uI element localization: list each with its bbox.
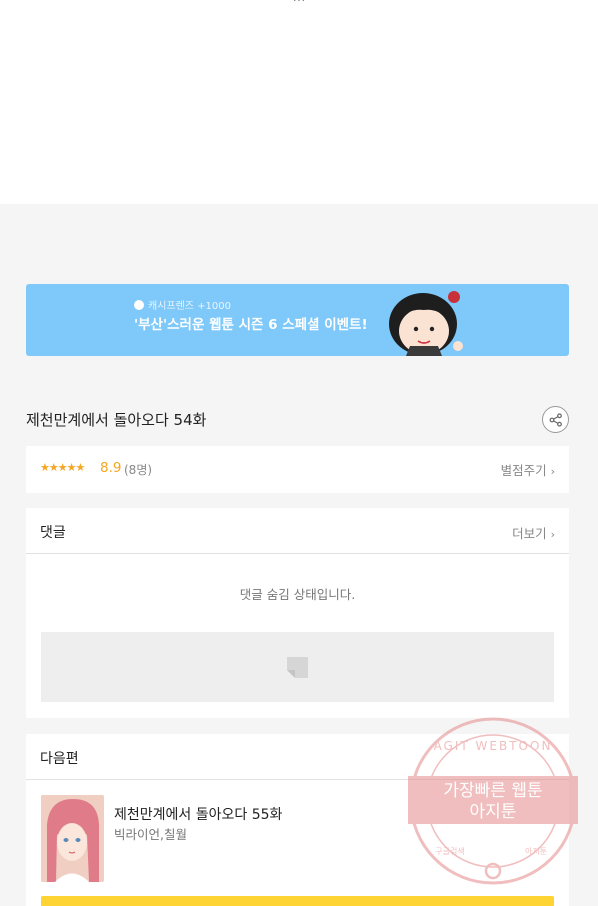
rating-stars: ★★★★★ xyxy=(40,461,85,474)
thumbnail-image xyxy=(41,795,104,882)
rating-count: (8명) xyxy=(124,463,153,477)
comments-more-button[interactable]: 더보기 › xyxy=(512,523,555,542)
chevron-right-icon: › xyxy=(550,465,555,478)
comments-more-label: 더보기 xyxy=(512,526,547,541)
banner-title: '부산'스러운 웹툰 시즌 6 스페셜 이벤트! xyxy=(134,317,368,333)
watermark-line2: 아지툰 xyxy=(470,802,517,822)
rate-button-label: 별점주기 xyxy=(500,463,547,478)
rating-score: 8.9 xyxy=(100,460,122,476)
rate-button[interactable]: 별점주기 › xyxy=(501,460,555,479)
comments-title: 댓글 xyxy=(40,525,66,541)
ad-placeholder[interactable] xyxy=(41,632,554,702)
next-header-title: 다음편 xyxy=(40,751,79,767)
previous-content-area: … xyxy=(0,0,598,204)
episode-title: 제천만계에서 돌아오다 54화 xyxy=(26,411,207,429)
rating-card: ★★★★★ 8.9 (8명) 별점주기 › xyxy=(26,446,569,493)
share-icon xyxy=(549,412,562,427)
event-banner[interactable]: 캐시프렌즈 +1000 '부산'스러운 웹툰 시즌 6 스페셜 이벤트! xyxy=(26,284,569,356)
banner-sub-label: 캐시프렌즈 +1000 xyxy=(134,297,231,312)
next-episode-button[interactable] xyxy=(41,896,554,906)
watermark-stamp-icon: 가장빠른 웹툰 아지툰 AGIT WEBTOON 구글검색 아지툰 xyxy=(408,717,578,885)
cut-off-text: … xyxy=(0,0,598,5)
comments-card: 댓글 더보기 › 댓글 숨김 상태입니다. xyxy=(26,508,569,718)
next-episode-title: 제천만계에서 돌아오다 55화 xyxy=(114,807,283,823)
watermark-bottom-right: 아지툰 xyxy=(525,846,547,856)
watermark-line1: 가장빠른 웹툰 xyxy=(443,781,542,801)
next-episode-thumbnail xyxy=(41,795,104,882)
mascot-character-icon xyxy=(389,291,463,356)
banner-sub-text: 캐시프렌즈 +1000 xyxy=(148,301,232,312)
comments-hidden-message: 댓글 숨김 상태입니다. xyxy=(239,587,356,602)
watermark-bottom-left: 구글검색 xyxy=(435,846,464,856)
next-episode-authors: 빅라이언,칠월 xyxy=(114,827,187,842)
ad-placeholder-icon xyxy=(287,657,308,678)
cash-coin-icon xyxy=(134,299,144,310)
comments-header: 댓글 더보기 › xyxy=(26,508,569,554)
chevron-right-icon: › xyxy=(550,528,555,541)
share-button[interactable] xyxy=(542,406,569,433)
watermark-arc-text: AGIT WEBTOON xyxy=(434,739,553,753)
